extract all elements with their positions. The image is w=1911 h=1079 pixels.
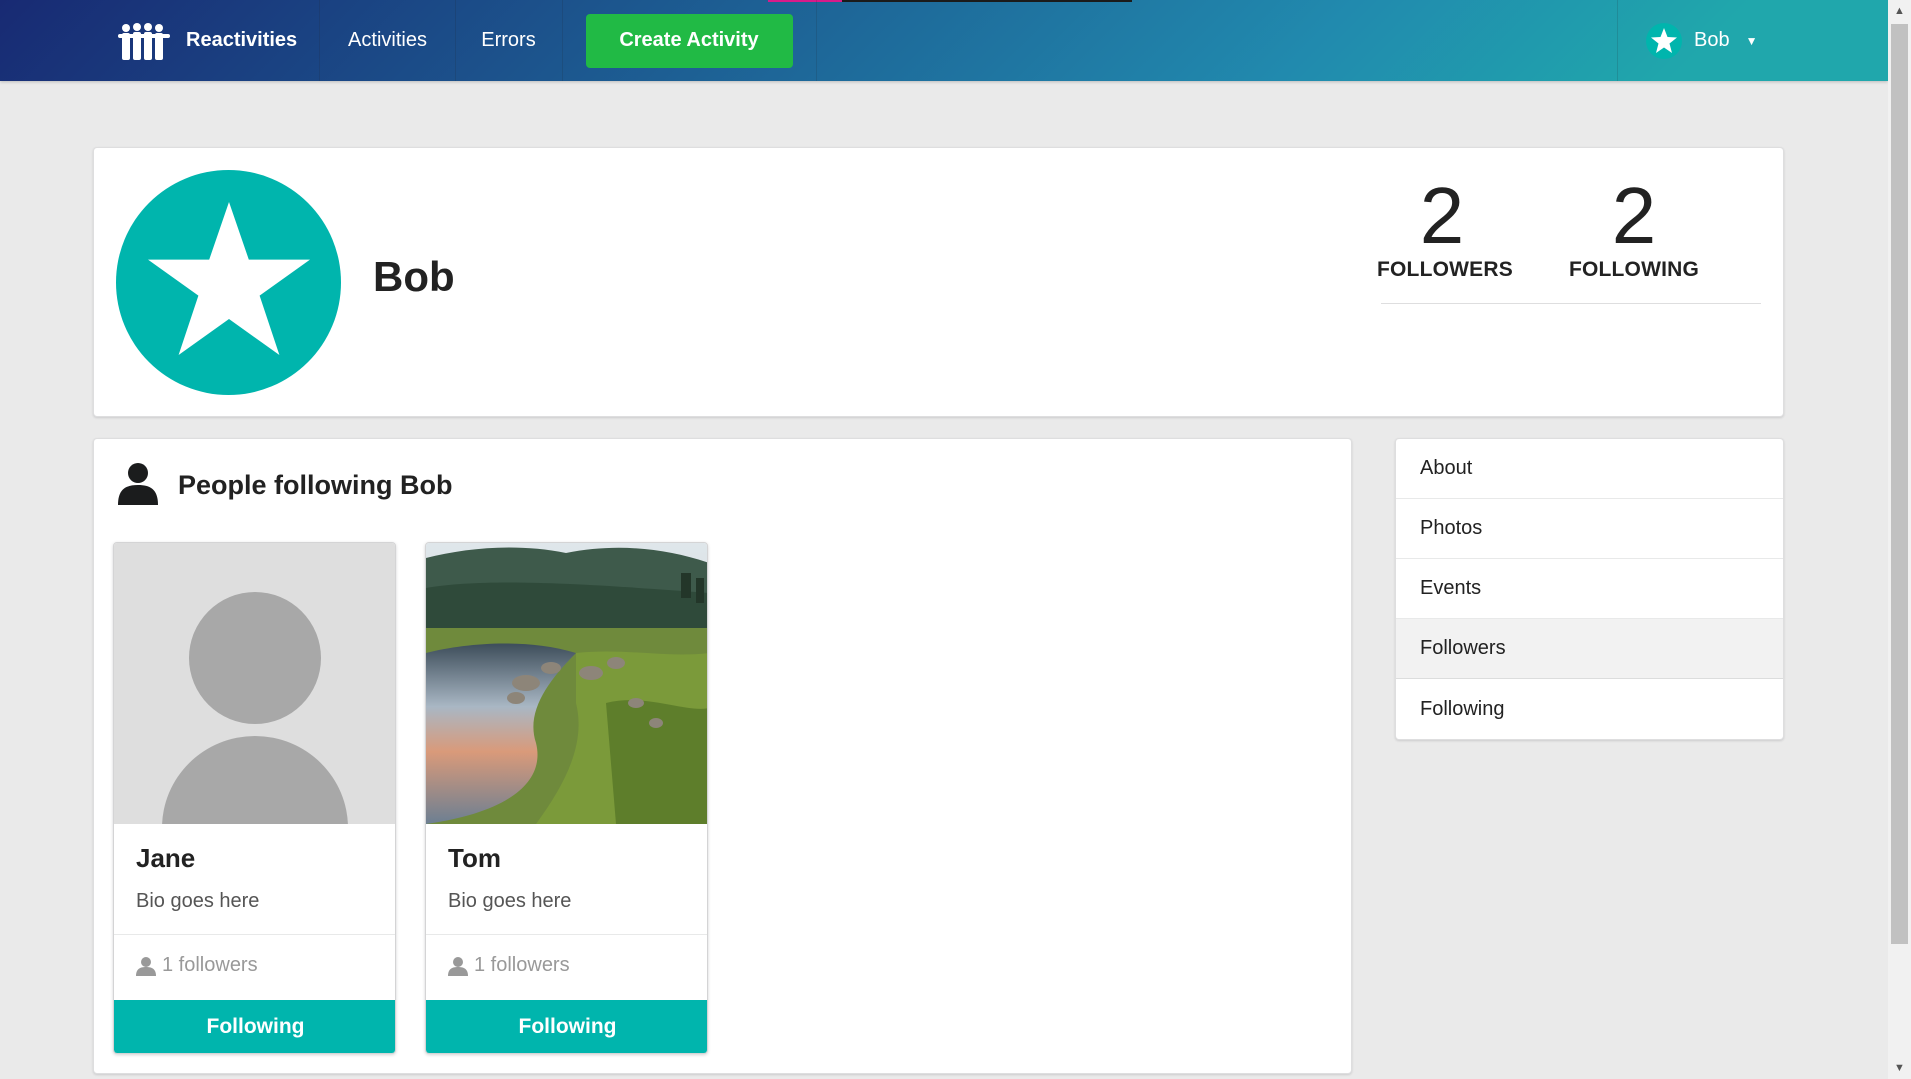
card-bio: Bio goes here <box>136 890 260 912</box>
profile-name: Bob <box>373 253 455 300</box>
card-followers-text: 1 followers <box>162 954 258 976</box>
nav-activities[interactable]: Activities <box>320 0 456 81</box>
user-icon <box>448 956 468 976</box>
card-name[interactable]: Jane <box>136 843 259 874</box>
card-content: Jane Bio goes here <box>136 843 259 913</box>
menu-item-followers[interactable]: Followers <box>1396 619 1783 679</box>
following-button[interactable]: Following <box>114 1000 395 1053</box>
card-followers: 1 followers <box>448 954 570 977</box>
scroll-thumb[interactable] <box>1891 24 1908 944</box>
star-icon <box>1646 22 1682 59</box>
nav-brand[interactable]: Reactivities <box>100 0 320 81</box>
profile-content: People following Bob Jane Bio goes here … <box>93 438 1352 1074</box>
card-followers: 1 followers <box>136 954 258 977</box>
content-header: People following Bob <box>116 461 452 510</box>
card-bio: Bio goes here <box>448 890 572 912</box>
profile-menu: About Photos Events Followers Following <box>1395 438 1784 740</box>
menu-item-events[interactable]: Events <box>1396 559 1783 619</box>
card-content: Tom Bio goes here <box>448 843 571 913</box>
follower-card[interactable]: Tom Bio goes here 1 followers Following <box>425 542 708 1054</box>
following-statistic: 2 FOLLOWING <box>1564 173 1704 282</box>
nav-errors[interactable]: Errors <box>455 0 563 81</box>
follower-card[interactable]: Jane Bio goes here 1 followers Following <box>113 542 396 1054</box>
loading-bar-track <box>842 0 1132 2</box>
followers-label: FOLLOWERS <box>1377 258 1513 281</box>
card-image-placeholder-user[interactable] <box>114 543 395 824</box>
following-count: 2 <box>1611 171 1657 260</box>
following-button[interactable]: Following <box>426 1000 707 1053</box>
card-followers-text: 1 followers <box>474 954 570 976</box>
card-image-landscape-photo[interactable] <box>426 543 707 824</box>
scroll-down-arrow-icon[interactable]: ▼ <box>1888 1057 1911 1079</box>
card-divider <box>114 934 395 935</box>
user-icon <box>136 956 156 976</box>
nav-create-wrapper: Create Activity <box>562 0 817 81</box>
menu-item-following[interactable]: Following <box>1396 679 1783 739</box>
followers-count: 2 <box>1419 171 1465 260</box>
card-name[interactable]: Tom <box>448 843 571 874</box>
following-label: FOLLOWING <box>1568 258 1700 281</box>
user-name: Bob <box>1694 29 1730 51</box>
profile-avatar <box>116 170 341 395</box>
stats-divider <box>1381 303 1761 304</box>
content-title: People following Bob <box>178 470 453 500</box>
menu-item-about[interactable]: About <box>1396 439 1783 499</box>
user-menu-dropdown[interactable]: Bob ▼ <box>1617 0 1888 81</box>
star-icon <box>147 201 310 355</box>
top-navbar: Reactivities Activities Errors Create Ac… <box>0 0 1888 81</box>
user-icon <box>116 461 160 510</box>
card-divider <box>426 934 707 935</box>
menu-item-photos[interactable]: Photos <box>1396 499 1783 559</box>
followers-statistic: 2 FOLLOWERS <box>1377 171 1513 282</box>
caret-down-icon: ▼ <box>1745 33 1758 48</box>
brand-label: Reactivities <box>186 29 298 51</box>
scroll-up-arrow-icon[interactable]: ▲ <box>1888 0 1911 22</box>
create-activity-button[interactable]: Create Activity <box>585 13 793 68</box>
page-scrollbar[interactable]: ▲ ▼ <box>1888 0 1911 1079</box>
people-logo-icon <box>118 22 170 60</box>
profile-header: Bob 2 FOLLOWERS 2 FOLLOWING <box>93 147 1784 417</box>
